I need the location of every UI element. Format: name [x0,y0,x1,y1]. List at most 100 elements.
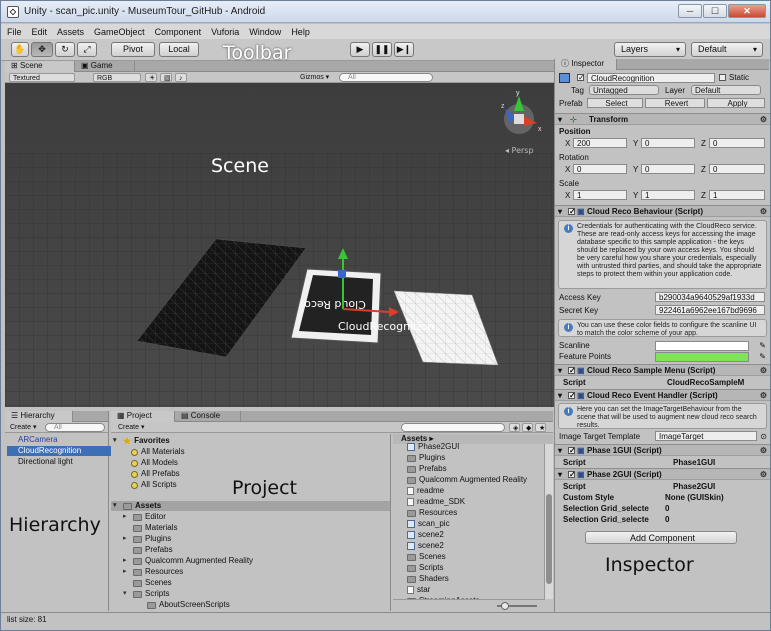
menu-gameobject[interactable]: GameObject [94,27,145,37]
expand-arrow-icon[interactable]: ▸ [123,512,130,522]
scanline-color-swatch[interactable] [655,341,749,351]
file-item[interactable]: Phase2GUI [407,442,459,452]
hierarchy-create-dropdown[interactable]: Create ▾ [7,423,39,432]
collapse-arrow-icon[interactable]: ▾ [558,445,562,457]
prefab-apply-button[interactable]: Apply [707,98,765,108]
lighting-toggle-icon[interactable]: ☀ [145,73,157,82]
tree-folder[interactable]: ▸ Qualcomm Augmented Reality [123,556,253,566]
filter-by-label-icon[interactable]: ◆ [522,423,533,432]
pause-button[interactable]: ❚❚ [372,42,392,57]
rot-x-field[interactable]: 0 [573,164,627,174]
shading-mode-dropdown[interactable]: Textured [9,73,75,82]
sample-menu-script-ref[interactable]: CloudRecoSampleM [667,377,744,388]
fav-all-models[interactable]: All Models [131,458,178,468]
gear-icon[interactable]: ⚙ [760,469,767,481]
collapse-arrow-icon[interactable]: ▾ [558,114,562,126]
scl-x-field[interactable]: 1 [573,190,627,200]
tree-folder[interactable]: ▸ Plugins [123,534,171,544]
gizmo-center-icon[interactable] [514,114,524,124]
favorites-header[interactable]: ▾ ★ Favorites [113,436,170,446]
file-item[interactable]: scan_pic [407,519,450,529]
collapse-arrow-icon[interactable]: ▾ [558,469,562,481]
active-checkbox[interactable] [577,72,585,83]
layout-dropdown[interactable]: Default [691,42,763,57]
scene-image-icon[interactable]: ▧ [160,73,172,82]
file-item[interactable]: scene2 [407,530,444,540]
audio-toggle-icon[interactable]: ♪ [175,73,187,82]
file-item[interactable]: readme_SDK [407,497,465,507]
maximize-button[interactable]: ☐ [703,4,727,18]
eyedropper-icon[interactable]: ✎ [759,340,766,351]
assets-header[interactable]: ▾ Assets [111,501,390,511]
scl-y-field[interactable]: 1 [641,190,695,200]
minimize-button[interactable]: ─ [678,4,702,18]
play-button[interactable]: ▶ [350,42,370,57]
file-item[interactable]: readme [407,486,444,496]
file-item[interactable]: Plugins [407,453,445,463]
tree-folder[interactable]: ▸ Editor [123,512,166,522]
file-item[interactable]: Prefabs [407,464,447,474]
secret-key-field[interactable]: 922461a6962ee167bd9696 [655,305,765,315]
step-button[interactable]: ▶❙ [394,42,414,57]
add-component-button[interactable]: Add Component [585,531,737,544]
file-item[interactable]: Resources [407,508,457,518]
gizmos-dropdown[interactable]: Gizmos ▾ [297,73,335,82]
gear-icon[interactable]: ⚙ [760,114,767,126]
grid2-field[interactable]: 0 [665,514,669,525]
pos-x-field[interactable]: 200 [573,138,627,148]
menu-assets[interactable]: Assets [57,27,84,37]
file-item[interactable]: Scenes [407,552,446,562]
gear-icon[interactable]: ⚙ [760,365,767,377]
expand-arrow-icon[interactable]: ▾ [123,589,130,599]
layer-dropdown[interactable]: Default [691,85,761,95]
tree-folder[interactable]: Scenes [123,578,172,588]
image-target-template-field[interactable]: ImageTarget [655,431,757,441]
scene-search-input[interactable]: All [339,73,433,82]
rot-z-field[interactable]: 0 [709,164,765,174]
sample-menu-header[interactable]: ▾ ▣Cloud Reco Sample Menu (Script) ⚙ [555,364,770,377]
pivot-button[interactable]: Pivot [111,42,155,57]
collapse-arrow-icon[interactable]: ▾ [558,206,562,218]
menu-help[interactable]: Help [291,27,310,37]
pos-z-field[interactable]: 0 [709,138,765,148]
component-enabled-checkbox[interactable] [568,390,576,402]
event-handler-header[interactable]: ▾ ▣Cloud Reco Event Handler (Script) ⚙ [555,389,770,402]
hierarchy-item-cloudrecognition[interactable]: CloudRecognition [7,446,111,456]
expand-arrow-icon[interactable]: ▾ [113,501,120,511]
z-axis-handle[interactable] [338,270,346,278]
project-search-input[interactable] [401,423,505,432]
component-enabled-checkbox[interactable] [568,206,576,218]
fav-all-prefabs[interactable]: All Prefabs [131,469,180,479]
object-picker-icon[interactable]: ⊙ [760,431,767,442]
gear-icon[interactable]: ⚙ [760,206,767,218]
component-enabled-checkbox[interactable] [568,469,576,481]
hierarchy-item-arcamera[interactable]: ARCamera [7,435,111,445]
perspective-label[interactable]: ◂ Persp [505,146,534,155]
feature-points-color-swatch[interactable] [655,352,749,362]
component-enabled-checkbox[interactable] [568,445,576,457]
prefab-select-button[interactable]: Select [587,98,643,108]
hierarchy-search-input[interactable]: All [45,423,105,432]
phase2-script-ref[interactable]: Phase2GUI [673,481,715,492]
tree-folder[interactable]: AboutScreenScripts [137,600,230,610]
filter-by-type-icon[interactable]: ◈ [509,423,520,432]
file-item[interactable]: scene2 [407,541,444,551]
access-key-field[interactable]: b290034a9640529af1933d [655,292,765,302]
project-create-dropdown[interactable]: Create ▾ [115,423,149,432]
grid1-field[interactable]: 0 [665,503,669,514]
tree-folder[interactable]: Materials [123,523,177,533]
tag-dropdown[interactable]: Untagged [589,85,659,95]
expand-arrow-icon[interactable]: ▸ [123,567,130,577]
fav-all-scripts[interactable]: All Scripts [131,480,177,490]
phase1-script-ref[interactable]: Phase1GUI [673,457,715,468]
file-item[interactable]: Qualcomm Augmented Reality [407,475,527,485]
close-button[interactable]: ✕ [728,4,766,18]
file-item[interactable]: star [407,585,430,595]
files-scrollbar[interactable] [544,444,553,599]
static-checkbox[interactable] [719,74,726,81]
object-name-field[interactable]: CloudRecognition [587,73,715,83]
custom-style-field[interactable]: None (GUISkin) [665,492,724,503]
scale-tool-icon[interactable]: ⤢ [77,42,97,57]
collapse-arrow-icon[interactable]: ▾ [558,365,562,377]
file-item[interactable]: Scripts [407,563,443,573]
